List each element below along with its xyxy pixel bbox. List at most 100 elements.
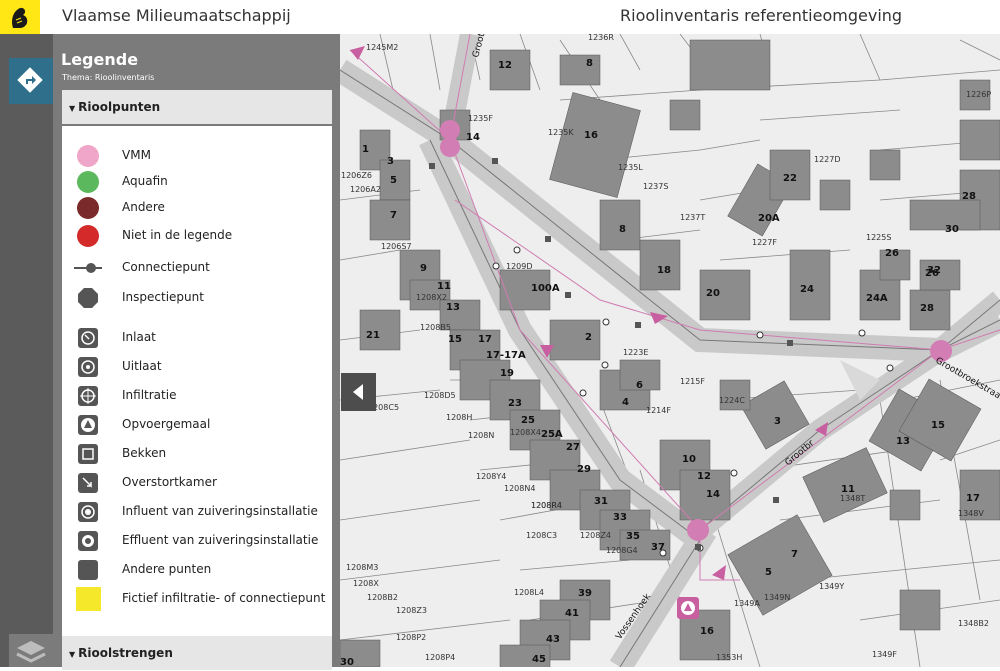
house-number-label: 15: [931, 420, 945, 431]
house-number-label: 25A: [541, 429, 563, 440]
parcel-number-label: 1348V: [958, 509, 984, 518]
navigate-button[interactable]: [9, 58, 53, 104]
section-rioolpunten-toggle[interactable]: ▼Rioolpunten: [62, 90, 332, 124]
house-number-label: 3: [774, 416, 781, 427]
parcel-number-label: 1349N: [764, 593, 790, 602]
parcel-number-label: 1215F: [680, 377, 705, 386]
parcel-number-label: 1208X4: [510, 428, 541, 437]
parcel-number-label: 1227D: [814, 155, 841, 164]
legend-title: Legende: [61, 50, 138, 69]
legend-item-label: Aquafin: [122, 174, 168, 188]
parcel-number-label: 1208N: [468, 431, 494, 440]
house-number-label: 1: [362, 144, 369, 155]
house-number-label: 11: [437, 281, 451, 292]
legend-list: VMM Aquafin Andere Niet in de legende Co…: [62, 126, 332, 636]
legend-item: Opvoergemaal: [62, 413, 332, 437]
andere-circle-icon: [74, 196, 102, 220]
house-number-label: 13: [446, 302, 460, 313]
house-number-label: 25: [521, 415, 535, 426]
legend-item-label: Overstortkamer: [122, 475, 217, 489]
legend-item: Andere: [62, 196, 332, 220]
legend-item-label: Inspectiepunt: [122, 290, 204, 304]
house-number-label: 8: [586, 58, 593, 69]
house-number-label: 14: [706, 489, 720, 500]
section-rioolstrengen-toggle[interactable]: ▼Rioolstrengen: [62, 636, 332, 670]
parcel-number-label: 1206S7: [381, 242, 412, 251]
parcel-number-label: 1349Y: [819, 582, 844, 591]
influent-icon: [74, 500, 102, 524]
parcel-number-label: 1223E: [623, 348, 648, 357]
house-number-label: 23: [508, 398, 522, 409]
legend-item: Influent van zuiveringsinstallatie: [62, 500, 332, 524]
niet-in-legende-circle-icon: [74, 224, 102, 248]
legend-panel: Legende Thema: Rioolinventaris ▼Rioolpun…: [53, 34, 340, 667]
collapse-legend-button[interactable]: [341, 373, 376, 411]
house-number-label: 30: [340, 657, 354, 667]
parcel-number-label: 1208X2: [416, 293, 447, 302]
parcel-number-label: 1226P: [966, 90, 991, 99]
legend-item: Aquafin: [62, 170, 332, 194]
house-number-label: 28: [920, 303, 934, 314]
house-number-label: 17-17A: [486, 350, 526, 361]
legend-item: Overstortkamer: [62, 471, 332, 495]
map-viewport[interactable]: 1281416135791113151717-17A1921100A246818…: [340, 34, 1000, 667]
house-number-label: 29: [577, 464, 591, 475]
house-number-label: 7: [791, 549, 798, 560]
house-number-label: 5: [390, 175, 397, 186]
parcel-number-label: 1208N4: [504, 484, 535, 493]
legend-item: Fictief infiltratie- of connectiepunt: [62, 587, 332, 611]
house-number-label: 6: [636, 380, 643, 391]
house-number-label: 37: [651, 542, 665, 553]
bekken-icon: [74, 442, 102, 466]
legend-item-label: Inlaat: [122, 330, 156, 344]
uitlaat-icon: [74, 355, 102, 379]
parcel-number-label: 1353H: [716, 653, 742, 662]
legend-item-label: Infiltratie: [122, 388, 176, 402]
house-number-label: 26: [885, 248, 899, 259]
layers-button[interactable]: [9, 634, 53, 667]
fictief-punt-yellow-square-icon: [74, 587, 102, 611]
parcel-number-label: 1214F: [646, 406, 671, 415]
legend-item-label: Bekken: [122, 446, 166, 460]
legend-item-label: Andere punten: [122, 562, 211, 576]
house-number-label: 8: [619, 224, 626, 235]
vmm-circle-icon: [74, 144, 102, 168]
parcel-number-label: 1208M3: [346, 563, 378, 572]
parcel-number-label: 1208B2: [367, 593, 398, 602]
house-number-label: 12: [498, 60, 512, 71]
legend-item: Inspectiepunt: [62, 286, 332, 310]
parcel-number-label: 1236R: [588, 34, 614, 42]
parcel-number-label: 1206A2: [350, 185, 381, 194]
legend-item-label: Connectiepunt: [122, 260, 210, 274]
house-number-label: 13: [896, 436, 910, 447]
parcel-number-label: 1208L4: [514, 588, 544, 597]
house-number-label: 9: [420, 263, 427, 274]
organization-name: Vlaamse Milieumaatschappij: [62, 6, 291, 25]
house-number-label: 32: [927, 265, 941, 276]
legend-item-label: Fictief infiltratie- of connectiepunt: [122, 591, 325, 605]
inlaat-icon: [74, 326, 102, 350]
cadastral-map[interactable]: 1281416135791113151717-17A1921100A246818…: [340, 34, 1000, 667]
parcel-number-label: 1235K: [548, 128, 574, 137]
section-rioolpunten-label: Rioolpunten: [78, 100, 160, 114]
caret-down-icon: ▼: [69, 104, 75, 113]
parcel-number-label: 1235F: [468, 114, 493, 123]
parcel-number-label: 1208P2: [396, 633, 426, 642]
house-number-label: 45: [532, 654, 546, 665]
parcel-number-label: 1245M2: [366, 43, 398, 52]
effluent-icon: [74, 529, 102, 553]
legend-item-label: Opvoergemaal: [122, 417, 210, 431]
section-rioolstrengen-label: Rioolstrengen: [78, 646, 173, 660]
house-number-label: 3: [387, 156, 394, 167]
parcel-number-label: 1208C3: [526, 531, 557, 540]
house-number-label: 16: [700, 626, 714, 637]
chevron-left-icon: [351, 383, 367, 401]
legend-item: Niet in de legende: [62, 224, 332, 248]
legend-item: VMM: [62, 144, 332, 168]
house-number-label: 14: [466, 132, 480, 143]
parcel-number-label: 1208D5: [424, 391, 456, 400]
aquafin-circle-icon: [74, 170, 102, 194]
legend-item: Effluent van zuiveringsinstallatie: [62, 529, 332, 553]
parcel-number-label: 1208Z4: [580, 531, 611, 540]
parcel-number-label: 1348T: [840, 494, 865, 503]
